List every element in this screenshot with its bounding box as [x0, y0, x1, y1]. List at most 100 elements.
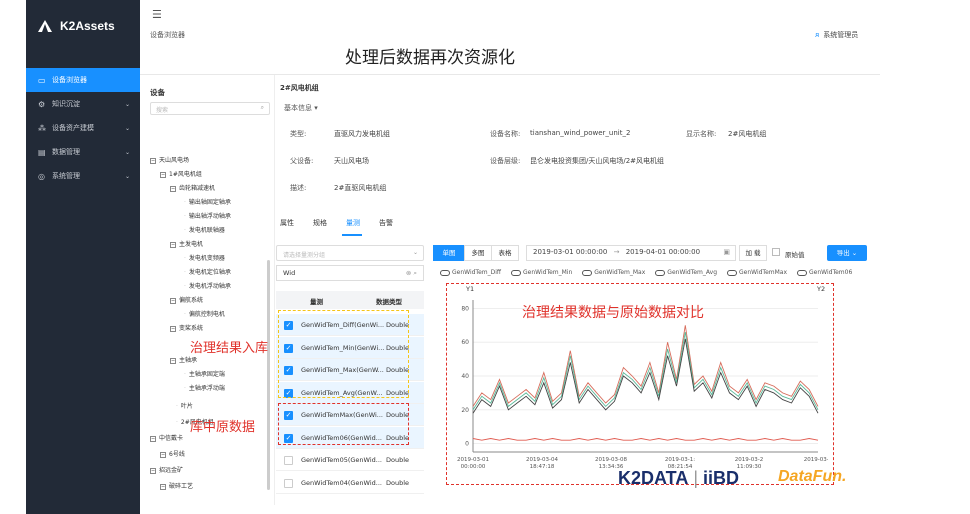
tree-scrollbar[interactable] [267, 260, 270, 490]
table-view-button[interactable]: 表格 [491, 245, 519, 261]
multi-chart-button[interactable]: 多图 [464, 245, 492, 261]
desc-label: 描述: [290, 184, 307, 192]
measure-type: Double [386, 456, 410, 464]
tree-leaf-marker: · [184, 385, 186, 392]
measure-search-input[interactable]: Wid ⊗ ⌕ [276, 265, 424, 281]
tree-node[interactable]: · 主轴承浮动端 [184, 383, 225, 392]
calendar-icon: ▣ [723, 248, 730, 256]
tree-node[interactable]: · 偏航控制电机 [184, 309, 225, 318]
search-icon[interactable]: ⌕ [261, 104, 264, 112]
measure-type: Double [386, 478, 410, 487]
tree-node[interactable]: · 输出轴固定轴承 [184, 197, 231, 206]
tree-node[interactable]: − 齿轮箱减速机 [170, 183, 215, 192]
legend-item[interactable]: GenWidTem06 [797, 269, 852, 276]
single-chart-button[interactable]: 单图 [433, 245, 465, 261]
basic-info-toggle[interactable]: 基本信息 ▾ [284, 103, 318, 113]
collapse-icon[interactable]: − [160, 483, 166, 490]
collapse-icon[interactable]: − [150, 435, 156, 442]
tree-node[interactable]: − 变桨系统 [170, 323, 203, 332]
level-label: 设备层级: [490, 157, 521, 165]
measure-group-placeholder: 请选择量测分组 [283, 252, 326, 259]
collapse-icon[interactable]: − [160, 451, 166, 458]
legend-marker-icon [582, 269, 593, 276]
tree-node[interactable]: − 中信戴卡 [150, 433, 183, 442]
chevron-down-icon: ⌄ [124, 124, 130, 132]
datafun-logo: DataFun. [778, 468, 847, 485]
tree-node[interactable]: −6号线 [160, 449, 185, 458]
tree-node[interactable]: · 发电机联轴器 [184, 225, 225, 234]
collapse-icon[interactable]: − [170, 241, 176, 248]
tab-spec[interactable]: 规格 [313, 218, 327, 228]
tree-node[interactable]: · 发电机定位轴承 [184, 267, 231, 276]
tab-attributes[interactable]: 属性 [280, 218, 294, 228]
checkbox-icon[interactable] [284, 456, 293, 465]
tree-node-label: 破碎工艺 [169, 483, 194, 490]
brand-logo-icon [38, 20, 52, 32]
tree-node[interactable]: − 破碎工艺 [160, 481, 193, 490]
nav-item-system[interactable]: ◎ 系统管理 ⌄ [26, 164, 140, 188]
measure-row[interactable]: GenWidTem05(GenWid... Double [276, 449, 424, 471]
tree-node[interactable]: − 招远金矿 [150, 465, 183, 474]
tree-node[interactable]: − 主发电机 [170, 239, 203, 248]
active-tab-indicator [342, 234, 362, 236]
tree-node[interactable]: · 发电机变频器 [184, 253, 225, 262]
brand[interactable]: K2Assets [26, 0, 140, 52]
legend-item[interactable]: GenWidTemMax [727, 269, 787, 276]
nav-item-asset-model[interactable]: ⁂ 设备资产建模 ⌄ [26, 116, 140, 140]
menu-toggle-icon[interactable]: ☰ [152, 8, 162, 21]
user-icon: ᴙ [815, 31, 820, 39]
raw-value-checkbox[interactable] [772, 248, 780, 256]
export-button[interactable]: 导出 ⌄ [827, 245, 867, 261]
chevron-down-icon: ⌄ [124, 172, 130, 180]
annotation-stored: 治理结果入库 [190, 341, 269, 356]
tree-search-input[interactable]: 搜索 ⌕ [150, 102, 270, 115]
date-range-picker[interactable]: 2019-03-01 00:00:00 → 2019-04-01 00:00:0… [526, 245, 736, 261]
tree-leaf-marker: · [184, 199, 186, 206]
nav-label: 设备资产建模 [52, 124, 94, 132]
monitor-icon: ▭ [38, 75, 46, 85]
load-button[interactable]: 加 载 [739, 245, 767, 261]
nav-item-knowledge[interactable]: ⚙ 知识沉淀 ⌄ [26, 92, 140, 116]
tab-measure[interactable]: 量测 [346, 218, 360, 228]
legend-item[interactable]: GenWidTem_Min [511, 269, 572, 276]
display-label: 显示名称: [686, 130, 717, 138]
name-label: 设备名称: [490, 130, 521, 138]
legend-item[interactable]: GenWidTem_Avg [655, 269, 717, 276]
collapse-icon[interactable]: − [150, 467, 156, 474]
collapse-icon[interactable]: − [170, 357, 176, 364]
nav-item-data-mgmt[interactable]: ▤ 数据管理 ⌄ [26, 140, 140, 164]
tree-node-label: 主轴承浮动端 [188, 385, 225, 392]
collapse-icon[interactable]: − [170, 297, 176, 304]
tree-node[interactable]: −1#风电机组 [160, 169, 202, 178]
tab-alarm[interactable]: 告警 [379, 218, 393, 228]
legend-label: GenWidTem06 [809, 269, 853, 276]
tree-node[interactable]: · 输出轴浮动轴承 [184, 211, 231, 220]
tree-node-label: 主轴承 [179, 357, 198, 364]
collapse-icon[interactable]: − [170, 185, 176, 192]
tree-node[interactable]: · 发电机浮动轴承 [184, 281, 231, 290]
gear-icon: ⚙ [38, 99, 46, 109]
legend-item[interactable]: GenWidTem_Diff [440, 269, 501, 276]
collapse-icon[interactable]: − [150, 157, 156, 164]
tree-node[interactable]: · 主轴承固定端 [184, 369, 225, 378]
tree-node[interactable]: − 天山风电场 [150, 155, 189, 164]
collapse-icon[interactable]: − [170, 325, 176, 332]
tree-node-label: 天山风电场 [159, 157, 190, 164]
tree-node-label: 主轴承固定端 [188, 371, 225, 378]
tree-node-label: 输出轴固定轴承 [188, 199, 231, 206]
collapse-icon[interactable]: − [160, 171, 166, 178]
nav-item-device-browser[interactable]: ▭ 设备浏览器 [26, 68, 140, 92]
measure-row[interactable]: GenWidTem04(GenWid... Double [276, 472, 424, 494]
chart-legend: GenWidTem_Diff GenWidTem_Min GenWidTem_Max… [440, 269, 862, 276]
database-icon: ▤ [38, 147, 46, 157]
tree-node[interactable]: − 主轴承 [170, 355, 197, 364]
tree-node[interactable]: · 叶片 [176, 401, 193, 410]
clear-search-icon[interactable]: ⊗ ⌕ [406, 269, 417, 278]
chevron-down-icon: ⌄ [124, 100, 130, 108]
legend-item[interactable]: GenWidTem_Max [582, 269, 645, 276]
user-menu[interactable]: ᴙ 系统管理员 [815, 30, 858, 40]
measure-group-select[interactable]: 请选择量测分组 ⌄ [276, 245, 424, 261]
checkbox-icon[interactable] [284, 478, 293, 488]
tree-leaf-marker: · [184, 255, 186, 262]
tree-node[interactable]: − 偏航系统 [170, 295, 203, 304]
